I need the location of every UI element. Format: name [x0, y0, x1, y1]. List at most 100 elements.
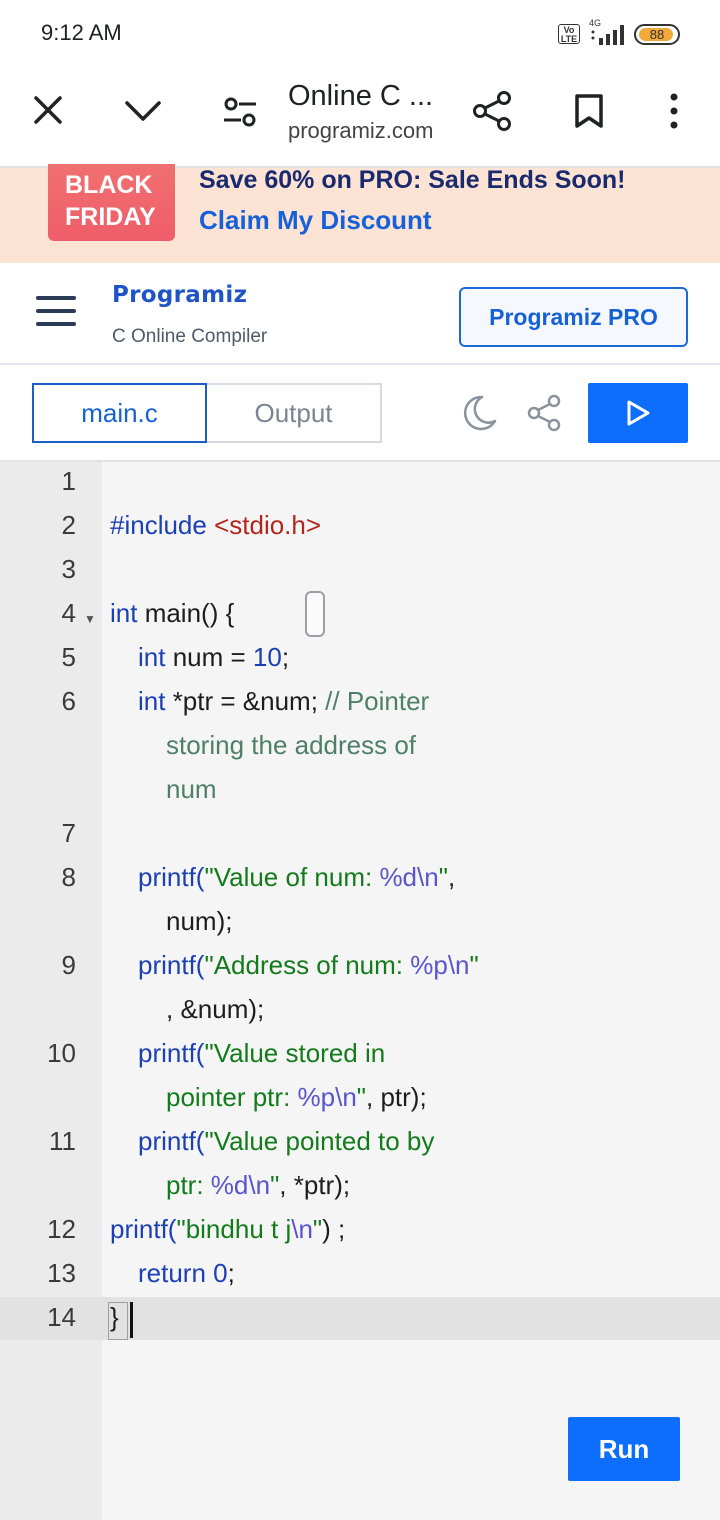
code-token: "Address of num: [204, 950, 411, 980]
share-icon[interactable] [472, 90, 512, 132]
run-code-button[interactable] [588, 383, 688, 443]
code-line[interactable]: int *ptr = &num; // Pointer [138, 686, 429, 717]
code-token: pointer ptr: [166, 1082, 298, 1112]
badge-line2: FRIDAY [65, 203, 156, 231]
dark-mode-moon-icon[interactable] [462, 394, 498, 432]
code-line[interactable]: #include <stdio.h> [110, 510, 321, 541]
code-line[interactable]: printf("Value stored in [138, 1038, 385, 1069]
menu-icon[interactable] [36, 296, 76, 326]
code-token: " [469, 950, 479, 980]
code-token: #include [110, 510, 215, 540]
code-line[interactable]: storing the address of [166, 730, 416, 761]
compiler-subtitle: C Online Compiler [112, 326, 268, 347]
code-token: int [138, 686, 166, 716]
volte-icon: Vo LTE [558, 24, 580, 44]
line-number: 7 [61, 818, 76, 848]
line-number: 3 [61, 554, 76, 584]
line-number: 2 [61, 510, 76, 540]
fold-arrow-icon[interactable]: ▼ [84, 612, 96, 626]
brace-match-highlight [108, 1302, 128, 1340]
code-token: storing the address of [166, 730, 417, 760]
line-number: 11 [49, 1126, 76, 1156]
battery-icon: 88 [634, 24, 680, 45]
code-token: int [138, 642, 166, 672]
play-icon [627, 400, 650, 426]
code-token: %p\n [410, 950, 470, 980]
claim-discount-link[interactable]: Claim My Discount [199, 205, 432, 236]
code-line[interactable]: int main() { [110, 598, 234, 629]
code-token: , [447, 862, 456, 892]
code-token: num [166, 774, 217, 804]
line-number: 12 [47, 1214, 76, 1244]
code-line[interactable]: int num = 10; [138, 642, 289, 673]
programiz-logo[interactable]: Programiz [112, 282, 247, 308]
code-token: " [312, 1214, 323, 1244]
line-number: 14 [47, 1302, 76, 1332]
code-token: %d\n [210, 1170, 271, 1200]
line-number: 13 [47, 1258, 76, 1288]
tab-main-c[interactable]: main.c [32, 383, 207, 443]
code-token: printf( [138, 950, 205, 980]
line-number: 5 [61, 642, 76, 672]
signal-icon [591, 25, 624, 45]
line-number: 10 [47, 1038, 76, 1068]
code-token: , &num); [166, 994, 265, 1024]
code-token: num = [165, 642, 253, 672]
code-line[interactable]: printf("bindhu t j\n") ; [110, 1214, 345, 1245]
status-time: 9:12 AM [41, 20, 122, 45]
code-line[interactable]: ptr: %d\n", *ptr); [166, 1170, 350, 1201]
code-line[interactable]: printf("Address of num: %p\n" [138, 950, 479, 981]
page-title[interactable]: Online C ... [288, 80, 433, 113]
tab-output[interactable]: Output [207, 383, 382, 443]
code-line[interactable]: printf("Value of num: %d\n", [138, 862, 455, 893]
badge-line1: BLACK [65, 171, 153, 199]
code-token: " [270, 1170, 280, 1200]
code-token: , ptr); [366, 1082, 427, 1112]
code-token: return [138, 1258, 206, 1288]
chevron-down-icon[interactable] [124, 98, 162, 124]
line-number: 6 [61, 686, 76, 716]
code-line[interactable]: , &num); [166, 994, 264, 1025]
share-code-icon[interactable] [526, 394, 562, 432]
bookmark-icon[interactable] [574, 93, 604, 129]
text-cursor [130, 1302, 133, 1338]
code-line[interactable]: printf("Value pointed to by [138, 1126, 434, 1157]
close-icon[interactable] [32, 94, 64, 126]
code-line[interactable]: pointer ptr: %p\n", ptr); [166, 1082, 427, 1113]
code-token: 0 [213, 1258, 228, 1288]
line-number: 4 [61, 598, 76, 628]
code-token: ) ; [322, 1214, 346, 1244]
code-token: %p\n [297, 1082, 357, 1112]
code-token: "Value stored in [204, 1038, 386, 1068]
more-options-icon[interactable] [666, 92, 682, 130]
code-line[interactable]: num); [166, 906, 232, 937]
code-token: num); [166, 906, 233, 936]
page-url[interactable]: programiz.com [288, 118, 433, 144]
code-token: printf( [110, 1214, 177, 1244]
code-token: printf( [138, 1038, 205, 1068]
cursor-handle[interactable] [305, 591, 325, 637]
code-token: printf( [138, 1126, 205, 1156]
code-token: "Value pointed to by [204, 1126, 435, 1156]
code-token: ; [227, 1258, 235, 1288]
battery-percent: 88 [649, 27, 665, 42]
code-token: int [110, 598, 138, 628]
site-settings-icon[interactable] [222, 96, 258, 128]
black-friday-badge: BLACK FRIDAY [48, 164, 175, 241]
code-token: ; [281, 642, 290, 672]
code-line[interactable]: return 0; [138, 1258, 235, 1289]
run-button[interactable]: Run [568, 1417, 680, 1481]
code-editor[interactable] [0, 462, 720, 1520]
code-token: "Value of num: [204, 862, 380, 892]
code-line[interactable]: num [166, 774, 217, 805]
line-number: 9 [61, 950, 76, 980]
code-token: " [438, 862, 448, 892]
code-token: " [356, 1082, 367, 1112]
code-token: ptr: [166, 1170, 211, 1200]
programiz-pro-button[interactable]: Programiz PRO [459, 287, 688, 347]
code-token: 10 [252, 642, 282, 672]
code-token: main() { [137, 598, 235, 628]
code-token: *ptr = &num; [165, 686, 326, 716]
code-token: "bindhu t j [176, 1214, 292, 1244]
code-token: %d\n [379, 862, 439, 892]
